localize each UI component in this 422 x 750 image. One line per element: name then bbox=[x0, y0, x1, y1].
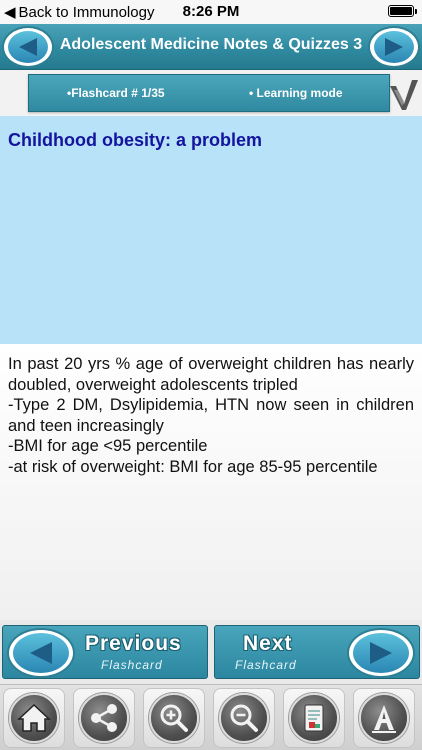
arrow-left-icon bbox=[19, 38, 37, 56]
answer-text: In past 20 yrs % age of overweight child… bbox=[8, 354, 414, 477]
home-icon bbox=[17, 703, 51, 732]
zoom-out-icon bbox=[230, 704, 258, 732]
back-chevron-icon: ◀ bbox=[4, 4, 16, 21]
font-icon bbox=[372, 705, 396, 733]
font-button[interactable] bbox=[353, 688, 415, 748]
bottom-toolbar bbox=[0, 684, 422, 750]
flashcard-info-bar: •Flashcard # 1/35 • Learning mode bbox=[28, 74, 390, 112]
header-back-button[interactable] bbox=[2, 26, 54, 68]
answer-line: -at risk of overweight: BMI for age 85-9… bbox=[8, 457, 378, 476]
home-button[interactable] bbox=[3, 688, 65, 748]
question-title: Childhood obesity: a problem bbox=[8, 130, 263, 150]
next-title: Next bbox=[243, 632, 293, 655]
zoom-in-icon bbox=[160, 704, 188, 732]
arrow-right-icon bbox=[385, 38, 403, 56]
battery-icon bbox=[388, 5, 417, 17]
title-bar: Adolescent Medicine Notes & Quizzes 3 bbox=[0, 24, 422, 70]
next-flashcard-button[interactable]: Next Flashcard bbox=[214, 625, 420, 679]
previous-arrow-circle bbox=[7, 628, 75, 678]
status-bar: ◀ Back to Immunology 8:26 PM bbox=[0, 0, 422, 24]
page-title: Adolescent Medicine Notes & Quizzes 3 bbox=[59, 36, 363, 53]
zoom-in-button[interactable] bbox=[143, 688, 205, 748]
app-logo-icon bbox=[390, 80, 418, 110]
notes-icon bbox=[304, 704, 324, 732]
notes-button[interactable] bbox=[283, 688, 345, 748]
info-zone: •Flashcard # 1/35 • Learning mode bbox=[0, 70, 422, 116]
header-forward-button[interactable] bbox=[368, 26, 420, 68]
previous-flashcard-button[interactable]: Previous Flashcard bbox=[2, 625, 208, 679]
flashcard-counter: •Flashcard # 1/35 bbox=[67, 86, 165, 100]
back-label: Back to Immunology bbox=[18, 3, 155, 21]
share-icon bbox=[91, 704, 117, 732]
flashcard-navigation: Previous Flashcard Next Flashcard bbox=[0, 620, 422, 684]
answer-panel: In past 20 yrs % age of overweight child… bbox=[0, 344, 422, 620]
arrow-left-icon bbox=[30, 642, 52, 664]
arrow-right-icon bbox=[370, 642, 392, 664]
previous-subtitle: Flashcard bbox=[101, 658, 163, 672]
next-subtitle: Flashcard bbox=[235, 658, 297, 672]
zoom-out-button[interactable] bbox=[213, 688, 275, 748]
share-button[interactable] bbox=[73, 688, 135, 748]
back-link[interactable]: ◀ Back to Immunology bbox=[4, 3, 155, 22]
previous-title: Previous bbox=[85, 632, 182, 655]
answer-line: -Type 2 DM, Dsylipidemia, HTN now seen i… bbox=[8, 396, 414, 435]
mode-label: • Learning mode bbox=[249, 86, 343, 100]
question-panel: Childhood obesity: a problem bbox=[0, 116, 422, 344]
answer-line: -BMI for age <95 percentile bbox=[8, 437, 208, 455]
next-arrow-circle bbox=[347, 628, 415, 678]
answer-line: In past 20 yrs % age of overweight child… bbox=[8, 355, 414, 394]
